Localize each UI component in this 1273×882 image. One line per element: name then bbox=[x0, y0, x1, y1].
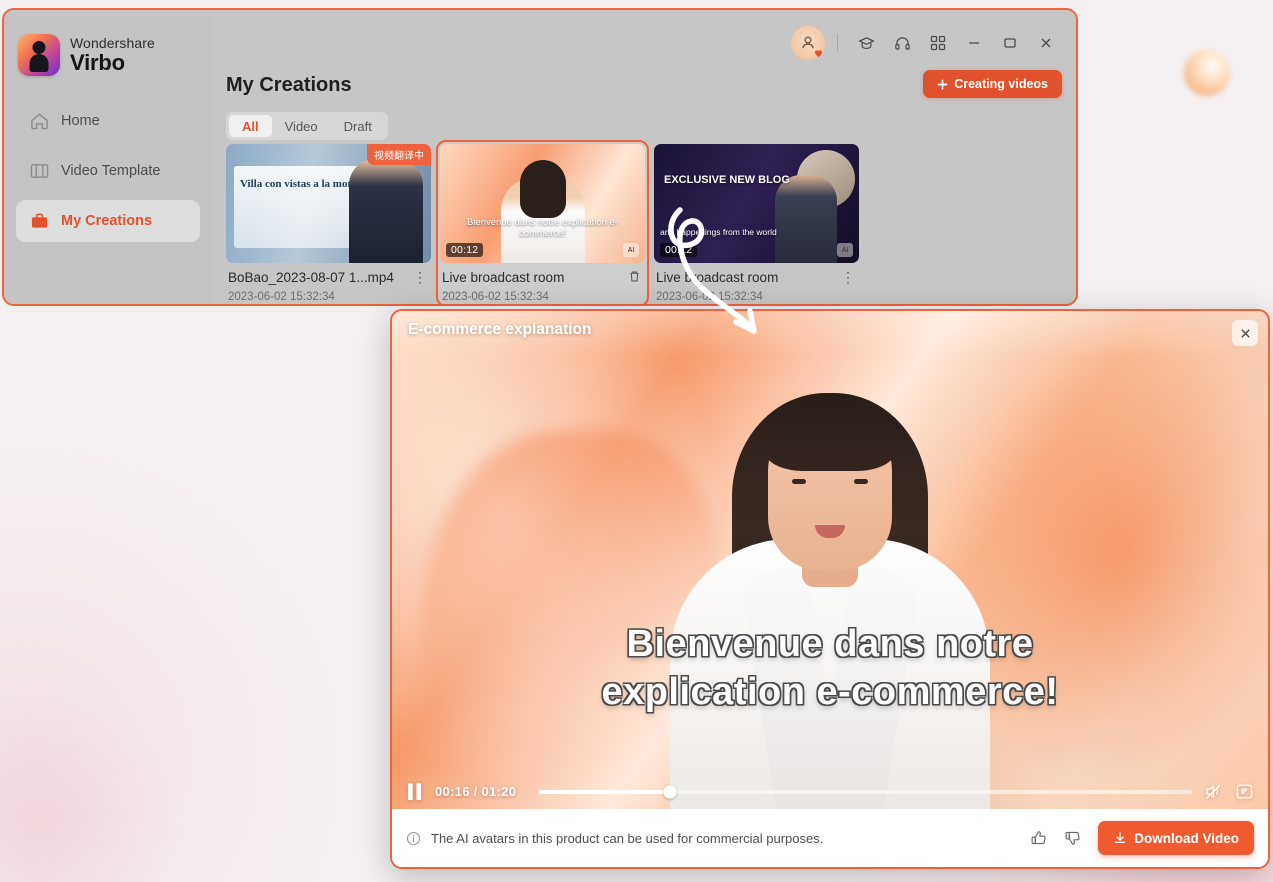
progress-fill bbox=[539, 789, 670, 794]
apps-grid-icon[interactable] bbox=[922, 27, 954, 59]
creation-card-selected[interactable]: Bienvenue dans notre explication e-comme… bbox=[436, 140, 649, 304]
sidebar-item-label: My Creations bbox=[61, 213, 153, 229]
thumbs-up-icon[interactable] bbox=[1030, 829, 1048, 847]
sidebar-item-home[interactable]: Home bbox=[16, 100, 200, 142]
download-icon bbox=[1115, 832, 1126, 844]
close-icon[interactable] bbox=[1030, 27, 1062, 59]
screen: Wondershare Virbo Home Video Template My… bbox=[0, 0, 1273, 882]
account-glyph bbox=[802, 36, 814, 49]
sidebar-nav: Home Video Template My Creations bbox=[4, 100, 212, 242]
subtitle-line-2: explication e-commerce! bbox=[601, 671, 1059, 714]
duration-badge: 00:12 bbox=[446, 243, 484, 257]
creation-thumbnail[interactable]: Villa con vistas a la montaña 视频翻译中 bbox=[226, 144, 431, 263]
thumbs-down-icon[interactable] bbox=[1064, 829, 1082, 847]
creation-date: 2023-06-02 15:32:34 bbox=[228, 290, 335, 303]
fullscreen-icon[interactable] bbox=[1235, 782, 1254, 801]
sidebar-item-my-creations[interactable]: My Creations bbox=[16, 200, 200, 242]
academy-icon[interactable] bbox=[850, 27, 882, 59]
status-badge: 视频翻译中 bbox=[367, 144, 431, 165]
creation-card[interactable]: Villa con vistas a la montaña 视频翻译中 BoBa… bbox=[222, 140, 435, 304]
thumb-caption: EXCLUSIVE NEW BLOG bbox=[664, 174, 790, 186]
creation-thumbnail[interactable]: EXCLUSIVE NEW BLOG and happenings from t… bbox=[654, 144, 859, 263]
download-video-button[interactable]: Download Video bbox=[1098, 821, 1254, 855]
muted-speaker-icon[interactable] bbox=[1204, 782, 1223, 801]
progress-thumb[interactable] bbox=[663, 785, 677, 798]
tab-all[interactable]: All bbox=[229, 115, 272, 137]
brand: Wondershare Virbo bbox=[4, 10, 212, 76]
background-blob-bottom-left bbox=[0, 692, 170, 882]
window-titlebar bbox=[791, 26, 1062, 60]
video-player[interactable]: E-commerce explanation Bienvenue dans no… bbox=[392, 311, 1268, 809]
brand-company-name: Wondershare bbox=[70, 35, 155, 52]
main-content: My Creations Creating videos All Video D… bbox=[212, 10, 1076, 304]
app-window: Wondershare Virbo Home Video Template My… bbox=[2, 8, 1078, 306]
more-options-icon[interactable]: ⋮ bbox=[411, 270, 429, 284]
ai-tag-icon: AI bbox=[837, 243, 853, 257]
video-subtitle: Bienvenue dans notre explication e-comme… bbox=[392, 620, 1268, 717]
virbo-logo-icon bbox=[18, 34, 60, 76]
subtitle-line-1: Bienvenue dans notre bbox=[626, 622, 1034, 665]
filter-tabs: All Video Draft bbox=[226, 112, 388, 140]
tab-video[interactable]: Video bbox=[272, 115, 331, 137]
home-icon bbox=[31, 113, 48, 130]
sidebar-item-video-template[interactable]: Video Template bbox=[16, 150, 200, 192]
creations-grid: Villa con vistas a la montaña 视频翻译中 BoBa… bbox=[222, 140, 1076, 304]
close-icon[interactable] bbox=[1232, 320, 1258, 346]
creation-title: Live broadcast room bbox=[442, 270, 565, 285]
tab-draft[interactable]: Draft bbox=[331, 115, 385, 137]
ai-avatar-presenter bbox=[650, 339, 1010, 809]
duration-badge: 00:12 bbox=[660, 243, 698, 257]
info-icon bbox=[406, 831, 421, 845]
progress-bar[interactable] bbox=[539, 785, 1192, 798]
time-display: 00:16 / 01:20 bbox=[435, 784, 517, 799]
delete-icon[interactable] bbox=[626, 270, 643, 285]
video-preview-modal: E-commerce explanation Bienvenue dans no… bbox=[390, 309, 1270, 869]
template-icon bbox=[30, 164, 49, 178]
modal-title: E-commerce explanation bbox=[408, 321, 592, 338]
background-blob-orange bbox=[1184, 50, 1230, 96]
brand-product-name: Virbo bbox=[70, 49, 125, 75]
footer-actions: Download Video bbox=[1030, 821, 1254, 855]
sidebar-item-label: Video Template bbox=[61, 163, 161, 179]
modal-footer: The AI avatars in this product can be us… bbox=[392, 809, 1268, 867]
note-text: The AI avatars in this product can be us… bbox=[431, 830, 824, 846]
plus-icon bbox=[937, 79, 948, 89]
sidebar: Wondershare Virbo Home Video Template My… bbox=[4, 10, 212, 304]
creation-date: 2023-06-02 15:32:34 bbox=[442, 290, 549, 303]
creation-card[interactable]: EXCLUSIVE NEW BLOG and happenings from t… bbox=[650, 140, 863, 304]
ai-tag-icon: AI bbox=[623, 243, 639, 257]
page-title: My Creations bbox=[226, 74, 352, 96]
user-avatar-icon[interactable] bbox=[791, 26, 825, 60]
sidebar-item-label: Home bbox=[61, 113, 100, 129]
creation-title: BoBao_2023-08-07 1...mp4 bbox=[228, 270, 394, 285]
titlebar-separator bbox=[837, 34, 838, 52]
support-icon[interactable] bbox=[886, 27, 918, 59]
creation-title: Live broadcast room bbox=[656, 270, 779, 285]
player-controls: 00:16 / 01:20 bbox=[392, 782, 1268, 801]
pause-icon[interactable] bbox=[406, 782, 423, 801]
thumb-caption: Bienvenue dans notre explication e-comme… bbox=[466, 217, 619, 239]
creations-icon bbox=[31, 213, 48, 228]
minimize-icon[interactable] bbox=[958, 27, 990, 59]
creating-videos-label: Creating videos bbox=[954, 77, 1048, 91]
download-video-label: Download Video bbox=[1134, 830, 1239, 846]
maximize-icon[interactable] bbox=[994, 27, 1026, 59]
creation-thumbnail[interactable]: Bienvenue dans notre explication e-comme… bbox=[440, 144, 645, 263]
commercial-use-note: The AI avatars in this product can be us… bbox=[406, 831, 823, 846]
creation-date: 2023-06-02 15:32:34 bbox=[656, 290, 763, 303]
creating-videos-button[interactable]: Creating videos bbox=[923, 70, 1062, 98]
more-options-icon[interactable]: ⋮ bbox=[839, 270, 857, 284]
app-window-content: Wondershare Virbo Home Video Template My… bbox=[4, 10, 1076, 304]
